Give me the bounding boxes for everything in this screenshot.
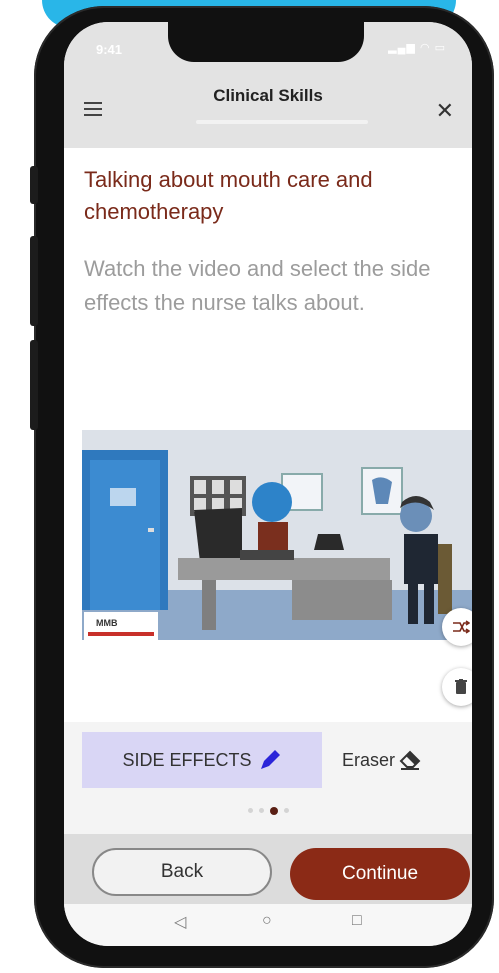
volume-down-button [30,340,38,430]
continue-button[interactable]: Continue [290,848,470,900]
eraser-button[interactable]: Eraser [342,732,421,788]
lesson-heading: Talking about mouth care and chemotherap… [84,167,373,224]
lesson-instruction: Watch the video and select the side effe… [84,256,431,315]
android-nav-bar: ◁ ○ □ [64,904,472,946]
pen-icon [260,750,280,769]
page-dot-active [269,807,278,815]
nav-back-icon[interactable]: ◁ [174,912,186,932]
side-button [30,166,38,204]
video-sign-text: MMB [96,618,118,628]
nav-recents-icon[interactable]: □ [352,912,362,930]
status-bar: 9:41 ▂▄▆ ◠ ▭ [64,22,472,78]
page-dot [283,808,289,813]
back-button[interactable]: Back [92,848,272,896]
page-dot [247,808,253,813]
app-title: Clinical Skills [213,86,323,105]
app-bar: Clinical Skills ✕ [64,78,472,148]
video-player[interactable]: MMB [82,430,472,640]
camera-notch [168,22,364,62]
close-icon[interactable]: ✕ [436,98,454,124]
phone-screen: 9:41 ▂▄▆ ◠ ▭ Clinical Skills ✕ Talking a… [64,22,472,946]
shuffle-icon[interactable] [442,608,472,646]
status-time: 9:41 [96,42,123,57]
eraser-icon [399,750,421,770]
signal-wifi-battery-icon: ▂▄▆ ◠ ▭ [388,42,446,54]
side-effects-highlighter-button[interactable]: SIDE EFFECTS [82,732,322,788]
highlight-toolbar: SIDE EFFECTS Eraser [64,722,472,834]
eraser-label: Eraser [342,749,396,770]
page-dot [258,808,264,813]
navigation-buttons: Back Continue [64,834,472,904]
volume-up-button [30,236,38,326]
side-effects-label: SIDE EFFECTS [122,749,252,770]
lesson-content: Talking about mouth care and chemotherap… [64,148,472,748]
delete-icon[interactable] [442,668,472,706]
page-indicator [64,807,472,815]
lesson-progress-bar [196,120,368,124]
video-frame-illustration: MMB [82,430,472,640]
nav-home-icon[interactable]: ○ [262,912,272,930]
